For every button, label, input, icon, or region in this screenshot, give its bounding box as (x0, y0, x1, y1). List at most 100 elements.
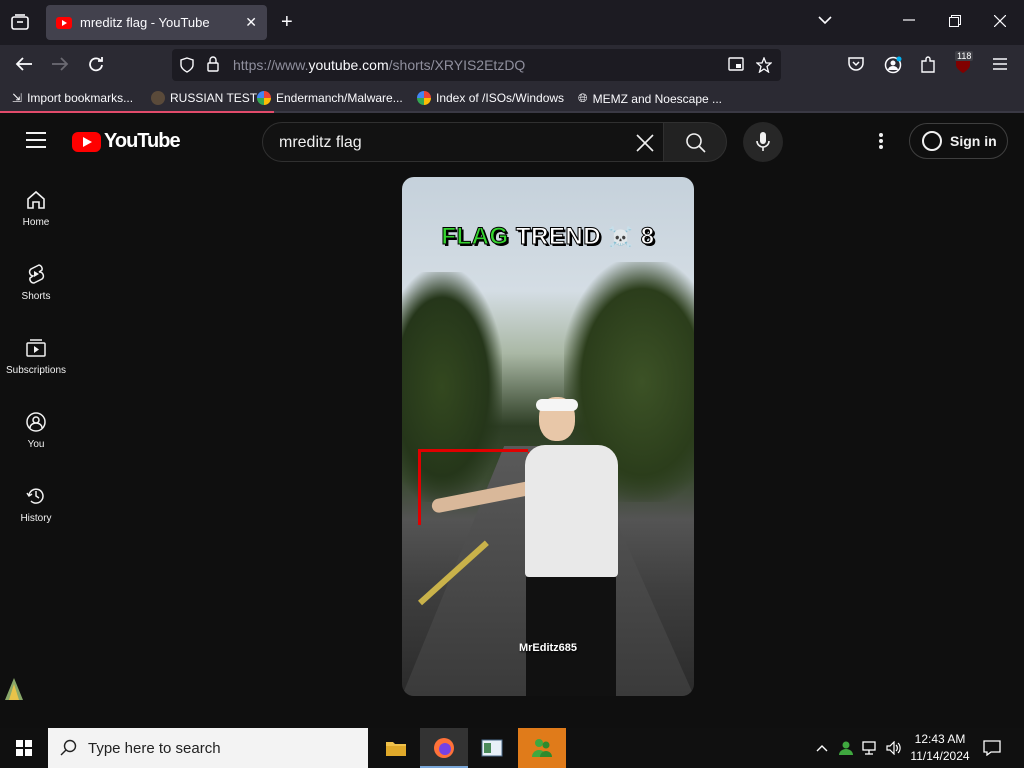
sidebar-item-shorts[interactable]: Shorts (0, 243, 72, 317)
bookmark-memz[interactable]: 🌐︎ MEMZ and Noescape ... (578, 91, 722, 106)
search-input[interactable]: mreditz flag (262, 122, 666, 162)
tab-close-icon[interactable]: ✕ (245, 14, 257, 31)
skull-emoji-icon: ☠️ (608, 227, 634, 249)
picture-in-picture-icon[interactable] (728, 57, 744, 75)
home-icon (27, 190, 45, 209)
restore-window-button[interactable] (949, 15, 961, 31)
account-icon[interactable] (884, 56, 902, 78)
extension-badge: 118 (955, 51, 974, 61)
tab-list-icon[interactable] (11, 14, 29, 34)
search-button[interactable] (663, 122, 727, 162)
video-title-green: FLAG (441, 223, 509, 251)
browser-tab-bar: mreditz flag - YouTube ✕ + (0, 0, 1024, 45)
network-icon[interactable] (862, 728, 880, 768)
shorts-icon (28, 264, 45, 284)
bookmark-russian-test[interactable]: RUSSIAN TEST (151, 91, 257, 105)
sidebar-item-label: You (27, 439, 45, 450)
bookmark-label: RUSSIAN TEST (170, 91, 258, 105)
voice-search-button[interactable] (743, 122, 783, 162)
firefox-icon (434, 738, 454, 758)
url-text: https://www.youtube.com/shorts/XRYIS2Etz… (233, 57, 526, 73)
account-circle-icon (922, 131, 942, 151)
clock-time: 12:43 AM (914, 732, 966, 746)
reload-icon[interactable] (88, 56, 104, 76)
bookmark-star-icon[interactable] (755, 56, 773, 77)
guide-menu-icon[interactable] (26, 132, 46, 148)
video-person-headband (536, 399, 578, 411)
taskbar-file-explorer[interactable] (372, 728, 420, 768)
clear-search-icon[interactable] (635, 129, 655, 160)
youtube-header: YouTube mreditz flag Sign in (0, 113, 1024, 169)
taskbar-search-box[interactable]: Type here to search (48, 728, 368, 768)
taskbar-app-window[interactable] (468, 728, 516, 768)
video-title-white: TREND (515, 223, 602, 251)
youtube-logo[interactable]: YouTube (72, 130, 181, 153)
bookmark-isos[interactable]: Index of /ISOs/Windows (417, 91, 564, 105)
extensions-puzzle-icon[interactable] (920, 56, 936, 78)
bookmark-label: Index of /ISOs/Windows (436, 91, 565, 105)
video-person-shirt (525, 445, 618, 577)
bookmark-import[interactable]: ⇲ Import bookmarks... (12, 91, 133, 105)
list-all-tabs-chevron-icon[interactable] (818, 13, 832, 29)
bookmark-label: Endermanch/Malware... (276, 91, 403, 105)
sidebar-item-home[interactable]: Home (0, 169, 72, 243)
subscriptions-icon (26, 339, 46, 357)
search-icon (686, 133, 706, 153)
new-tab-button[interactable]: + (281, 12, 293, 32)
youtube-play-icon (72, 131, 101, 152)
video-person-pants (526, 577, 616, 696)
clock-date: 11/14/2024 (910, 749, 970, 763)
taskbar-search-placeholder: Type here to search (88, 739, 221, 757)
tray-user-icon[interactable] (838, 728, 854, 768)
url-bar[interactable]: https://www.youtube.com/shorts/XRYIS2Etz… (172, 49, 781, 81)
app-menu-hamburger-icon[interactable] (993, 58, 1007, 74)
history-icon (26, 488, 44, 504)
import-icon: ⇲ (12, 91, 23, 105)
users-icon (532, 739, 552, 757)
show-hidden-icons-chevron[interactable] (816, 728, 828, 768)
google-icon (417, 91, 431, 105)
notifications-icon[interactable] (983, 728, 1001, 768)
video-title-number: 8 (640, 223, 655, 251)
windows-logo-icon (16, 740, 32, 756)
browser-tab-active[interactable]: mreditz flag - YouTube ✕ (46, 5, 267, 40)
pocket-icon[interactable] (848, 57, 864, 75)
mini-guide-sidebar: Home Shorts Subscriptions You History (0, 169, 72, 724)
tab-title: mreditz flag - YouTube (80, 15, 210, 30)
desktop-app-icon[interactable] (4, 676, 24, 702)
close-window-button[interactable] (993, 14, 1007, 31)
back-arrow-icon[interactable] (15, 56, 33, 76)
video-watermark: MrEditz685 (518, 642, 578, 654)
taskbar-firefox[interactable] (420, 728, 468, 768)
forward-arrow-icon[interactable] (51, 56, 69, 76)
globe-icon: 🌐︎ (578, 91, 588, 105)
sidebar-item-subscriptions[interactable]: Subscriptions (0, 317, 72, 391)
app-window-icon (481, 739, 503, 757)
bookmark-endermanch[interactable]: Endermanch/Malware... (257, 91, 403, 105)
bookmarks-toolbar: ⇲ Import bookmarks... RUSSIAN TEST Ender… (0, 85, 1024, 113)
start-button[interactable] (0, 728, 48, 768)
sidebar-item-you[interactable]: You (0, 391, 72, 465)
sidebar-item-label: Home (22, 217, 50, 228)
volume-icon[interactable] (886, 728, 902, 768)
windows-taskbar: Type here to search 12:43 AM 11/14/2024 (0, 728, 1024, 768)
github-icon (151, 91, 165, 105)
settings-kebab-icon[interactable] (879, 133, 883, 149)
tracking-protection-shield-icon[interactable] (180, 57, 194, 77)
sidebar-item-label: History (20, 513, 52, 524)
taskbar-clock[interactable]: 12:43 AM 11/14/2024 (904, 731, 976, 765)
sidebar-item-history[interactable]: History (0, 465, 72, 539)
youtube-favicon-icon (56, 16, 72, 29)
lock-icon[interactable] (207, 56, 219, 76)
you-icon (26, 412, 46, 432)
search-query-text: mreditz flag (279, 134, 362, 151)
search-icon (60, 739, 77, 756)
taskbar-active-app[interactable] (518, 728, 566, 768)
microphone-icon (756, 132, 770, 151)
bookmark-label: MEMZ and Noescape ... (592, 91, 722, 106)
sign-in-button[interactable]: Sign in (909, 123, 1008, 159)
google-icon (257, 91, 271, 105)
shorts-video-player[interactable]: FLAG TREND ☠️ 8 MrEditz685 (402, 177, 694, 696)
sidebar-item-label: Subscriptions (5, 365, 67, 376)
minimize-window-button[interactable] (903, 14, 915, 30)
